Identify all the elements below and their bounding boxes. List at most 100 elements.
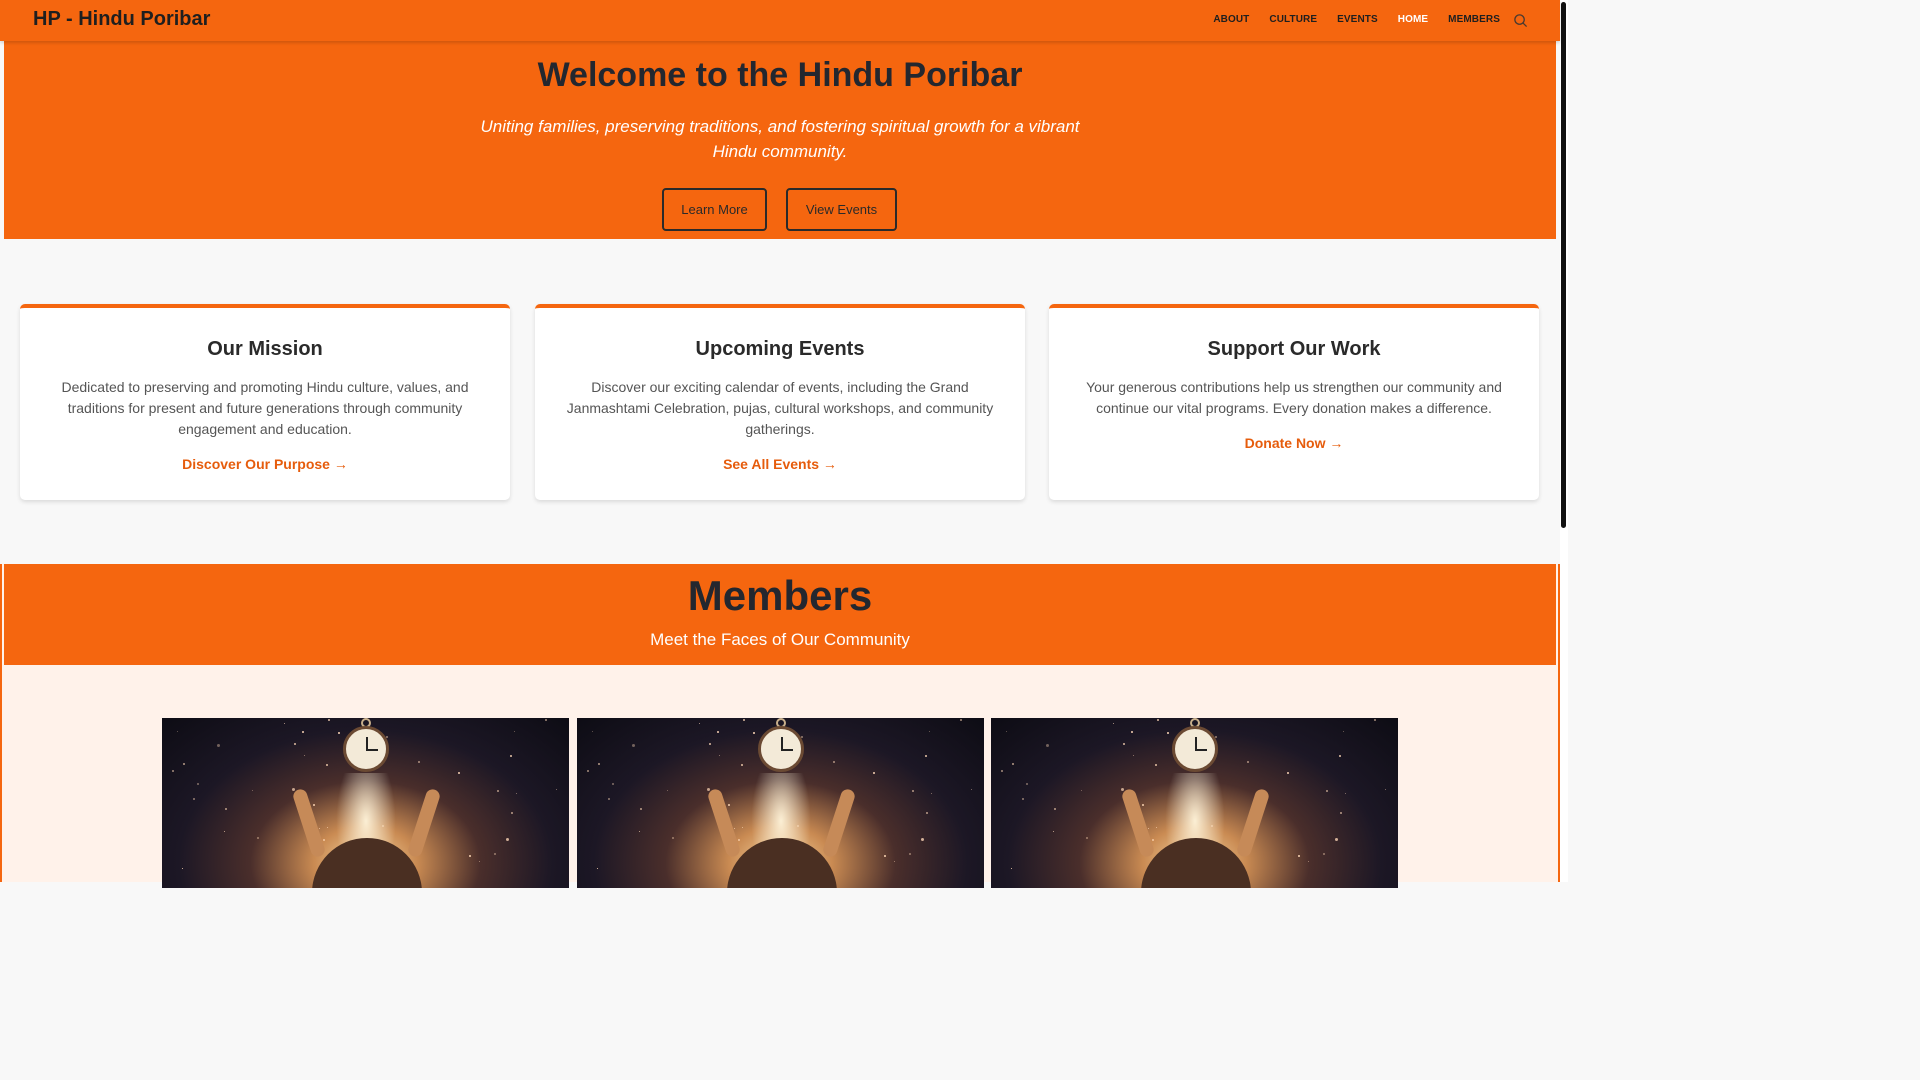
star-dot bbox=[516, 793, 517, 794]
star-dot bbox=[257, 837, 259, 839]
star-dot bbox=[632, 744, 635, 747]
learn-more-button[interactable]: Learn More bbox=[662, 188, 767, 231]
card-title: Our Mission bbox=[207, 338, 323, 360]
star-dot bbox=[545, 719, 547, 721]
member-photo[interactable] bbox=[162, 718, 569, 888]
figure-silhouette bbox=[727, 838, 837, 888]
star-dot bbox=[1343, 731, 1344, 732]
star-dot bbox=[224, 831, 225, 832]
star-dot bbox=[338, 732, 340, 734]
card-text: Your generous contributions help us stre… bbox=[1086, 379, 1502, 416]
star-dot bbox=[971, 789, 972, 790]
star-dot bbox=[1086, 837, 1088, 839]
star-dot bbox=[912, 790, 914, 792]
donate-now-link[interactable]: Donate Now → bbox=[1049, 435, 1539, 451]
star-dot bbox=[1054, 808, 1056, 810]
star-dot bbox=[1157, 719, 1159, 721]
clock-icon bbox=[343, 726, 389, 772]
scrollbar-thumb[interactable] bbox=[1561, 2, 1566, 528]
star-dot bbox=[728, 804, 730, 806]
nav-item-members[interactable]: MEMBERS bbox=[1448, 14, 1500, 25]
star-dot bbox=[719, 755, 720, 756]
star-dot bbox=[672, 837, 674, 839]
star-dot bbox=[743, 719, 745, 721]
star-dot bbox=[1247, 761, 1249, 763]
star-dot bbox=[252, 790, 253, 791]
star-dot bbox=[597, 868, 598, 869]
star-dot bbox=[1335, 838, 1338, 841]
star-dot bbox=[1026, 783, 1028, 785]
see-all-events-link[interactable]: See All Events → bbox=[535, 456, 1025, 472]
star-dot bbox=[1006, 731, 1007, 732]
star-dot bbox=[217, 744, 220, 747]
card-text: Dedicated to preserving and promoting Hi… bbox=[61, 379, 469, 437]
member-photo[interactable] bbox=[577, 718, 984, 888]
star-dot bbox=[1123, 743, 1125, 745]
hero-subtitle: Uniting families, preserving traditions,… bbox=[480, 117, 1080, 161]
discover-purpose-link[interactable]: Discover Our Purpose → bbox=[20, 456, 510, 472]
star-dot bbox=[1339, 755, 1341, 757]
star-dot bbox=[884, 855, 886, 857]
star-dot bbox=[511, 812, 513, 814]
star-dot bbox=[225, 808, 227, 810]
star-dot bbox=[894, 861, 895, 862]
star-dot bbox=[177, 731, 178, 732]
member-photo[interactable] bbox=[991, 718, 1398, 888]
star-dot bbox=[1155, 764, 1157, 766]
star-dot bbox=[1022, 798, 1024, 800]
hero-section: Welcome to the Hindu Poribar Uniting fam… bbox=[4, 41, 1556, 239]
site-brand[interactable]: HP - Hindu Poribar bbox=[33, 8, 210, 31]
star-dot bbox=[667, 790, 668, 791]
members-title: Members bbox=[687, 572, 873, 619]
star-dot bbox=[510, 755, 512, 757]
nav-item-home[interactable]: HOME bbox=[1398, 14, 1428, 25]
star-dot bbox=[313, 804, 315, 806]
star-dot bbox=[926, 812, 928, 814]
star-dot bbox=[319, 828, 320, 829]
top-navbar: HP - Hindu Poribar ABOUT CULTURE EVENTS … bbox=[0, 0, 1560, 41]
raised-arm bbox=[706, 787, 742, 859]
star-dot bbox=[458, 772, 460, 774]
star-dot bbox=[931, 793, 932, 794]
star-dot bbox=[1374, 719, 1376, 721]
star-dot bbox=[323, 839, 325, 841]
star-dot bbox=[418, 761, 420, 763]
star-dot bbox=[182, 868, 183, 869]
star-dot bbox=[1323, 853, 1325, 855]
star-dot bbox=[1133, 755, 1134, 756]
search-icon[interactable] bbox=[1513, 13, 1528, 28]
star-dot bbox=[1298, 855, 1300, 857]
star-dot bbox=[699, 723, 700, 724]
view-events-button[interactable]: View Events bbox=[786, 188, 897, 231]
card-title: Support Our Work bbox=[1207, 338, 1381, 360]
star-dot bbox=[608, 798, 610, 800]
star-dot bbox=[929, 731, 930, 732]
star-dot bbox=[1053, 831, 1054, 832]
nav-item-events[interactable]: EVENTS bbox=[1337, 14, 1378, 25]
events-card: Upcoming Events Discover our exciting ca… bbox=[535, 304, 1025, 500]
star-dot bbox=[1167, 732, 1169, 734]
figure-silhouette bbox=[312, 838, 422, 888]
members-header: Members Meet the Faces of Our Community bbox=[4, 564, 1556, 665]
star-dot bbox=[738, 839, 740, 841]
star-dot bbox=[709, 743, 711, 745]
star-dot bbox=[506, 838, 509, 841]
star-dot bbox=[1011, 868, 1012, 869]
raised-arm bbox=[1235, 787, 1271, 859]
mission-card: Our Mission Dedicated to preserving and … bbox=[20, 304, 510, 500]
clock-icon bbox=[1172, 726, 1218, 772]
star-dot bbox=[1152, 839, 1154, 841]
raised-arm bbox=[821, 787, 857, 859]
star-dot bbox=[598, 763, 600, 765]
star-dot bbox=[833, 761, 835, 763]
star-dot bbox=[497, 790, 499, 792]
nav-item-about[interactable]: ABOUT bbox=[1213, 14, 1249, 25]
star-dot bbox=[197, 783, 199, 785]
card-title: Upcoming Events bbox=[695, 338, 865, 360]
clock-icon bbox=[758, 726, 804, 772]
star-dot bbox=[921, 838, 924, 841]
star-dot bbox=[326, 764, 328, 766]
nav-item-culture[interactable]: CULTURE bbox=[1269, 14, 1317, 25]
star-dot bbox=[1156, 827, 1157, 828]
star-dot bbox=[1345, 793, 1346, 794]
